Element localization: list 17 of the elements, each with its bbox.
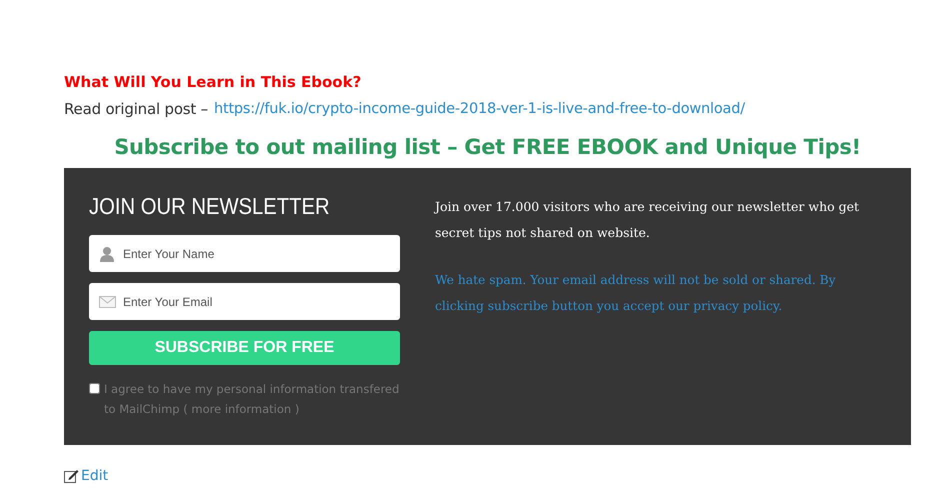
edit-icon: [64, 469, 79, 483]
more-information-link[interactable]: ( more information ): [183, 402, 300, 416]
envelope-icon: [99, 296, 116, 308]
spam-notice: We hate spam. Your email address will not be sold or shared. By clicking subscribe button you accept our privacy policy.: [435, 272, 837, 315]
source-label: Read original post –: [64, 99, 208, 120]
section-heading: What Will You Learn in This Ebook?: [64, 72, 362, 93]
consent-checkbox[interactable]: [89, 383, 100, 394]
email-field[interactable]: Enter Your Email: [89, 283, 400, 320]
newsletter-intro: Join over 17.000 visitors who are receiving our newsletter who get secret tips not shared on website.: [435, 198, 860, 242]
person-icon: [99, 246, 115, 262]
source-link[interactable]: https://fuk.io/crypto-income-guide-2018-ver-1-is-live-and-free-to-download/: [214, 98, 745, 120]
edit-link[interactable]: Edit: [81, 468, 108, 484]
consent-text: I agree to have my personal information transfered to MailChimp ( more information ): [104, 381, 400, 418]
newsletter-title: JOIN OUR NEWSLETTER: [89, 193, 331, 219]
subscribe-button[interactable]: SUBSCRIBE FOR FREE: [89, 331, 400, 365]
name-field[interactable]: Enter Your Name: [89, 235, 400, 272]
subscribe-heading: Subscribe to out mailing list – Get FREE EBOOK and Unique Tips!: [113, 134, 862, 161]
